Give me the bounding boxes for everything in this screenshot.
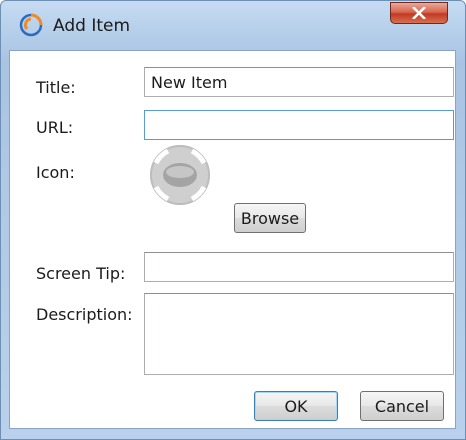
- add-item-dialog: Add Item Title: URL: Icon: Browse Screen…: [0, 0, 466, 440]
- description-label: Description:: [36, 305, 133, 324]
- dialog-content: Title: URL: Icon: Browse Screen Tip: Des…: [9, 50, 456, 429]
- title-input[interactable]: [144, 67, 454, 97]
- icon-label: Icon:: [36, 163, 75, 182]
- cancel-button[interactable]: Cancel: [360, 391, 444, 421]
- ok-button[interactable]: OK: [254, 391, 338, 421]
- swirl-app-icon: [19, 13, 43, 37]
- description-textarea[interactable]: [144, 293, 454, 375]
- round-button-icon: [150, 145, 210, 205]
- screen-tip-label: Screen Tip:: [36, 264, 126, 283]
- browse-button[interactable]: Browse: [234, 203, 306, 233]
- window-title: Add Item: [53, 16, 131, 36]
- close-x-icon: [412, 7, 426, 19]
- title-bar[interactable]: Add Item: [1, 1, 465, 37]
- url-input[interactable]: [144, 110, 454, 140]
- url-label: URL:: [36, 118, 74, 137]
- title-label: Title:: [36, 78, 76, 97]
- screen-tip-input[interactable]: [144, 252, 454, 282]
- close-button[interactable]: [390, 2, 448, 24]
